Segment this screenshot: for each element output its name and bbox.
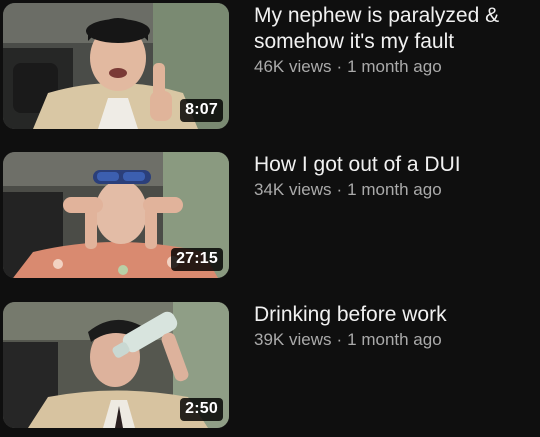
upload-age: 1 month ago	[347, 57, 442, 76]
meta-separator: ·	[336, 57, 343, 76]
video-title[interactable]: Drinking before work	[254, 302, 532, 328]
meta-separator: ·	[336, 180, 343, 199]
video-duration-badge: 27:15	[171, 248, 223, 271]
upload-age: 1 month ago	[347, 180, 442, 199]
video-duration-badge: 8:07	[180, 99, 223, 122]
video-stats: 34K views · 1 month ago	[254, 179, 532, 201]
view-count: 46K views	[254, 57, 332, 76]
video-meta: My nephew is paralyzed & somehow it's my…	[254, 3, 532, 78]
video-thumbnail[interactable]: 8:07	[3, 3, 229, 129]
video-thumbnail[interactable]: 27:15	[3, 152, 229, 278]
view-count: 39K views	[254, 330, 332, 349]
video-stats: 46K views · 1 month ago	[254, 56, 532, 78]
meta-separator: ·	[336, 330, 343, 349]
video-thumbnail[interactable]: 2:50	[3, 302, 229, 428]
video-item[interactable]: 2:50 Drinking before work 39K views · 1 mo…	[0, 302, 540, 432]
video-duration-badge: 2:50	[180, 398, 223, 421]
video-title[interactable]: How I got out of a DUI	[254, 152, 532, 178]
video-item[interactable]: 27:15 How I got out of a DUI 34K views · 1…	[0, 152, 540, 282]
video-stats: 39K views · 1 month ago	[254, 329, 532, 351]
video-meta: How I got out of a DUI 34K views · 1 month…	[254, 152, 532, 201]
upload-age: 1 month ago	[347, 330, 442, 349]
view-count: 34K views	[254, 180, 332, 199]
video-item[interactable]: 8:07 My nephew is paralyzed & somehow it…	[0, 3, 540, 133]
video-meta: Drinking before work 39K views · 1 month a…	[254, 302, 532, 351]
video-title[interactable]: My nephew is paralyzed & somehow it's my…	[254, 3, 532, 55]
video-list: 8:07 My nephew is paralyzed & somehow it…	[0, 0, 540, 437]
